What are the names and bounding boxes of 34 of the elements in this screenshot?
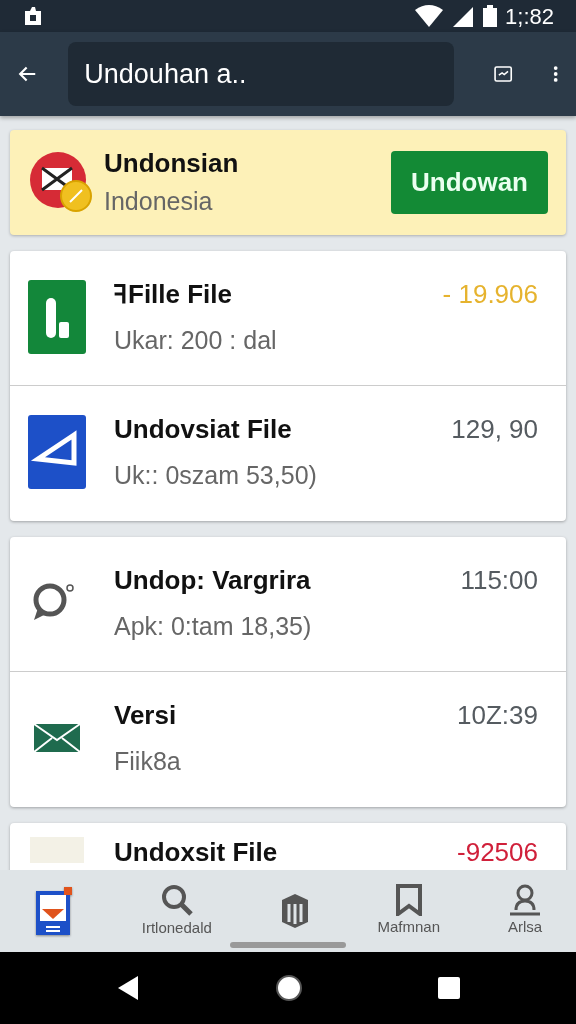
item-title: Undoxsit File: [114, 835, 279, 869]
item-subtitle: Fiik8a: [114, 746, 182, 777]
item-amount: 10Z:39: [457, 699, 538, 732]
search-icon[interactable]: [159, 882, 194, 917]
bookmark-icon[interactable]: [394, 883, 423, 916]
item-amount: 115:00: [460, 563, 538, 597]
clock-time: 1;:82: [505, 2, 554, 31]
person-icon[interactable]: [508, 883, 542, 916]
item-amount: 129, 90: [451, 413, 538, 446]
search-field[interactable]: Undouhan a..: [68, 42, 455, 106]
item-subtitle: Ukar: 200 : dal: [114, 324, 278, 356]
item-amount: -92506: [457, 835, 538, 869]
app-icon[interactable]: [33, 885, 74, 937]
battery-icon: [483, 5, 498, 27]
wifi-icon: [415, 5, 444, 27]
recents-icon[interactable]: [438, 977, 461, 999]
item-subtitle: Apk: 0:tam 18,35): [114, 610, 313, 642]
app-icon: [28, 279, 86, 354]
nav-tab[interactable]: Irtlonedald: [141, 916, 212, 940]
item-title: Undop: Vargrira: [114, 563, 312, 597]
item-title: Versi: [114, 699, 178, 732]
item-subtitle: Uk:: 0szam 53,50): [114, 460, 318, 491]
nav-tab[interactable]: Arlsa: [507, 915, 543, 939]
signal-icon: [451, 5, 476, 27]
item-title: ꟻFille File: [114, 277, 234, 311]
primary-button[interactable]: Undowan: [391, 150, 548, 214]
item-title: Undovsiat File: [114, 413, 293, 446]
item-amount: - 19.906: [442, 277, 538, 311]
trash-can-icon[interactable]: [279, 892, 310, 930]
banner-subtitle: Indonesia: [104, 186, 214, 217]
home-icon[interactable]: [275, 974, 303, 1002]
notification-icon: [22, 5, 44, 27]
nav-tab[interactable]: Mafmnan: [377, 915, 441, 939]
banner-title: Undonsian: [104, 147, 240, 180]
